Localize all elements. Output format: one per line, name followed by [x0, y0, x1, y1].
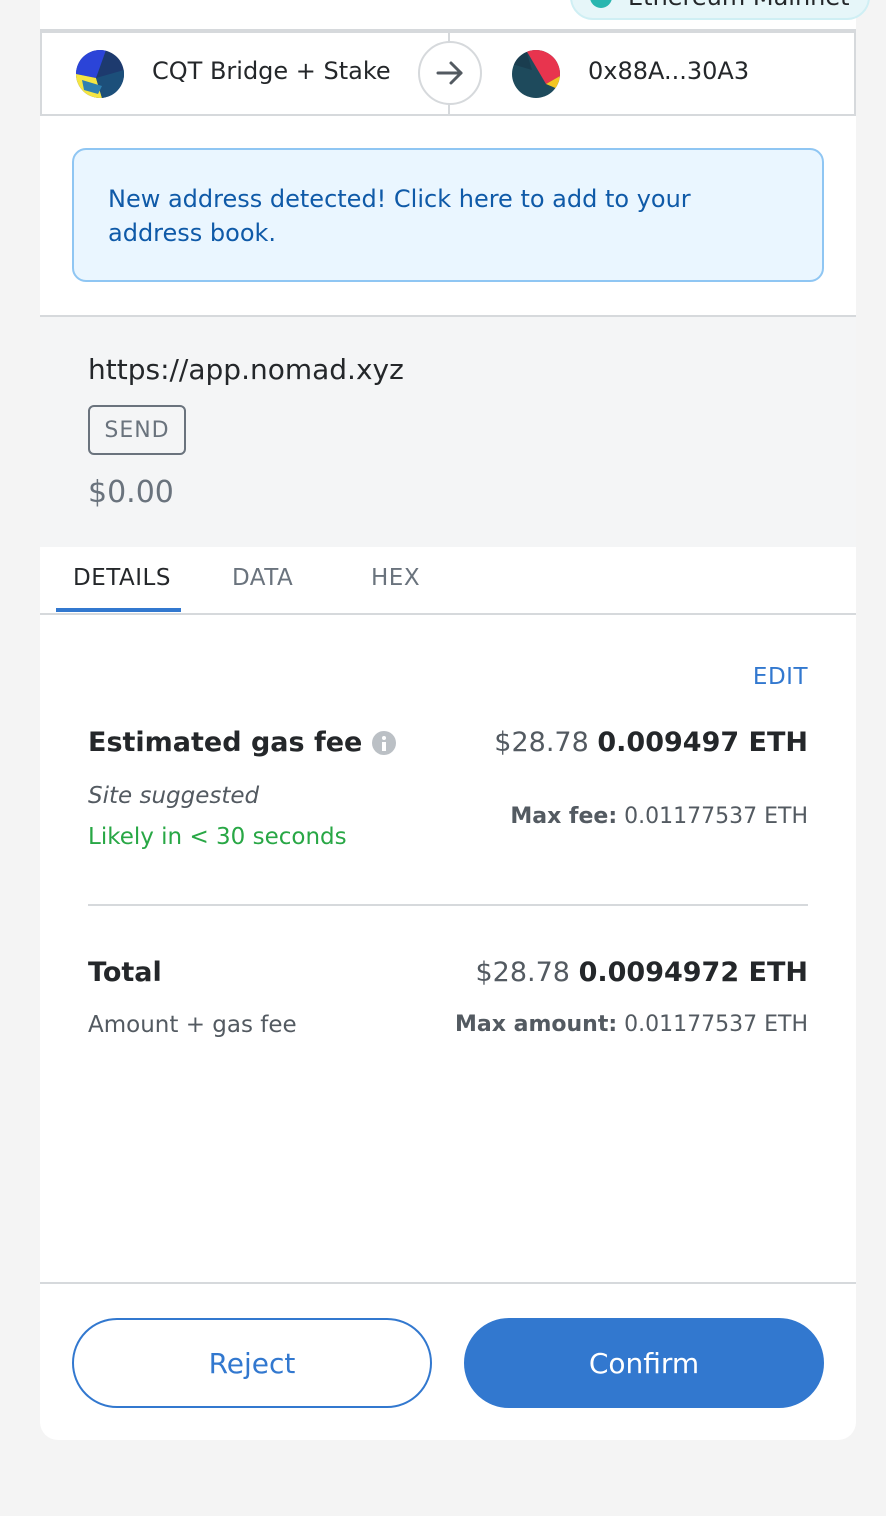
sender-identicon — [76, 50, 124, 98]
confirm-transaction-card: Ethereum Mainnet CQT Bridge + Stake — [40, 0, 870, 1440]
network-label: Ethereum Mainnet — [628, 0, 850, 11]
origin-section: https://app.nomad.xyz SEND $0.00 — [40, 315, 856, 547]
gas-fee-values: $28.78 0.009497 ETH — [494, 727, 808, 758]
arrow-right-icon — [418, 41, 482, 105]
likely-time-label: Likely in < 30 seconds — [88, 824, 347, 850]
sender-recipient-row: CQT Bridge + Stake 0x88A...30A3 — [40, 31, 856, 116]
details-divider — [88, 904, 808, 906]
max-fee: Max fee: 0.01177537 ETH — [510, 804, 808, 829]
info-icon[interactable] — [372, 730, 397, 755]
total-fiat: $28.78 — [475, 957, 570, 988]
total-values: $28.78 0.0094972 ETH — [476, 957, 809, 988]
transaction-tabs: DETAILS DATA HEX — [40, 547, 856, 615]
footer-divider — [40, 1282, 856, 1284]
recipient-identicon — [512, 50, 560, 98]
gas-fee-label: Estimated gas fee — [88, 727, 363, 758]
gas-fee-fiat: $28.78 — [494, 727, 589, 758]
tab-data[interactable]: DATA — [232, 565, 293, 591]
tab-hex[interactable]: HEX — [371, 565, 420, 591]
network-display[interactable]: Ethereum Mainnet — [570, 0, 870, 20]
sender-name[interactable]: CQT Bridge + Stake — [152, 57, 391, 85]
gas-fee-heading: Estimated gas fee — [88, 727, 397, 758]
max-amount-value: 0.01177537 ETH — [624, 1012, 808, 1037]
edit-gas-button[interactable]: EDIT — [753, 664, 808, 690]
network-status-dot — [590, 0, 612, 8]
total-sub-label: Amount + gas fee — [88, 1012, 297, 1038]
transaction-value: $0.00 — [88, 475, 174, 510]
recipient-address[interactable]: 0x88A...30A3 — [588, 57, 749, 85]
max-fee-label: Max fee: — [510, 804, 618, 829]
max-amount: Max amount: 0.01177537 ETH — [455, 1012, 808, 1037]
active-tab-indicator — [56, 608, 181, 612]
new-address-banner[interactable]: New address detected! Click here to add … — [72, 148, 824, 282]
confirm-button[interactable]: Confirm — [464, 1318, 824, 1408]
tab-details[interactable]: DETAILS — [73, 565, 171, 591]
gas-fee-eth: 0.009497 ETH — [597, 727, 808, 758]
origin-url: https://app.nomad.xyz — [88, 353, 404, 386]
total-label: Total — [88, 957, 162, 988]
site-suggested-label: Site suggested — [88, 783, 260, 809]
max-fee-value: 0.01177537 ETH — [624, 804, 808, 829]
reject-button[interactable]: Reject — [72, 1318, 432, 1408]
max-amount-label: Max amount: — [455, 1012, 618, 1037]
total-eth: 0.0094972 ETH — [578, 957, 808, 988]
method-badge: SEND — [88, 405, 186, 455]
